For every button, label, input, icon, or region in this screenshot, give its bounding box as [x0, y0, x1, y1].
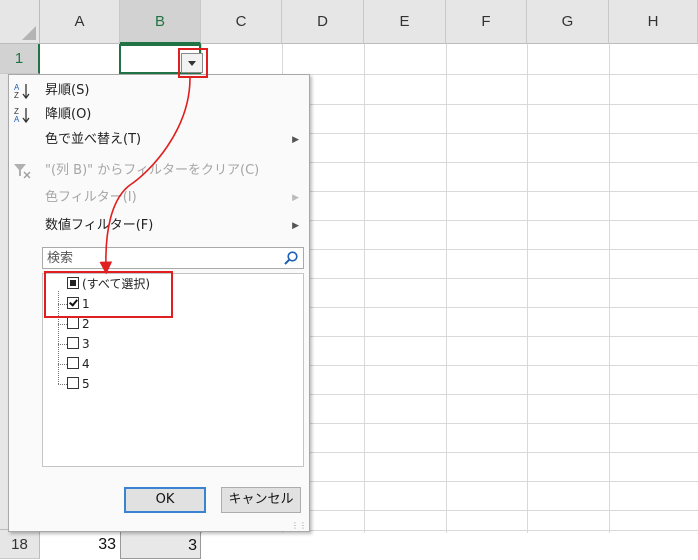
- list-item-label: 2: [82, 317, 90, 331]
- sort-descending-item[interactable]: ZA 降順(O): [9, 103, 309, 127]
- grid-line: [609, 44, 610, 533]
- list-item[interactable]: 3: [67, 334, 90, 354]
- checkbox-unchecked[interactable]: [67, 317, 79, 329]
- search-icon: [283, 250, 299, 266]
- number-filter-label: 数値フィルター(F): [45, 218, 154, 233]
- submenu-arrow-icon: ▶: [292, 135, 299, 145]
- grid-line: [446, 44, 447, 533]
- row-header-1[interactable]: 1: [0, 44, 40, 74]
- select-all-corner[interactable]: [0, 0, 40, 44]
- column-header-b[interactable]: B: [120, 0, 201, 44]
- tree-line: [58, 344, 67, 345]
- ok-button[interactable]: OK: [124, 487, 206, 513]
- resize-grip-icon[interactable]: ⋮⋮: [291, 522, 307, 530]
- sort-ascending-item[interactable]: AZ 昇順(S): [9, 79, 309, 103]
- number-filter-item[interactable]: 数値フィルター(F) ▶: [9, 214, 309, 238]
- column-header-c[interactable]: C: [201, 0, 282, 44]
- tree-line: [58, 364, 67, 365]
- select-all-triangle-icon: [22, 26, 36, 40]
- column-header-h[interactable]: H: [609, 0, 698, 44]
- column-header-f[interactable]: F: [446, 0, 527, 44]
- list-item[interactable]: 5: [67, 374, 90, 394]
- filter-search-input[interactable]: [43, 248, 283, 268]
- checkbox-unchecked[interactable]: [67, 377, 79, 389]
- grid-line: [364, 44, 365, 533]
- color-filter-label: 色フィルター(I): [45, 190, 137, 205]
- annotation-highlight-filter-button: [178, 48, 208, 78]
- sort-by-color-label: 色で並べ替え(T): [45, 132, 142, 147]
- svg-text:A: A: [14, 115, 20, 124]
- sort-by-color-item[interactable]: 色で並べ替え(T) ▶: [9, 128, 309, 152]
- cell-a18[interactable]: 33: [40, 530, 118, 559]
- column-header-e[interactable]: E: [364, 0, 446, 44]
- sort-descending-icon: ZA: [13, 106, 33, 124]
- tree-line: [58, 384, 67, 385]
- annotation-highlight-checklist: [44, 271, 173, 318]
- svg-text:Z: Z: [14, 91, 19, 100]
- column-header-g[interactable]: G: [527, 0, 609, 44]
- list-item-label: 3: [82, 337, 90, 351]
- list-item-label: 5: [82, 377, 90, 391]
- submenu-arrow-icon: ▶: [292, 221, 299, 231]
- column-header-d[interactable]: D: [282, 0, 364, 44]
- checkbox-unchecked[interactable]: [67, 357, 79, 369]
- sort-ascending-label: 昇順(S): [45, 83, 90, 98]
- grid-line: [527, 44, 528, 533]
- column-header-a[interactable]: A: [40, 0, 120, 44]
- submenu-arrow-icon: ▶: [292, 193, 299, 203]
- clear-filter-icon: [13, 162, 33, 180]
- color-filter-item[interactable]: 色フィルター(I) ▶: [9, 186, 309, 210]
- clear-filter-label: "(列 B)" からフィルターをクリア(C): [45, 163, 260, 178]
- list-item-label: 4: [82, 357, 90, 371]
- tree-line: [58, 324, 67, 325]
- sort-descending-label: 降順(O): [45, 107, 92, 122]
- checkbox-unchecked[interactable]: [67, 337, 79, 349]
- cell-b18[interactable]: 3: [120, 530, 201, 559]
- filter-search-box[interactable]: [42, 247, 304, 269]
- row-header-18[interactable]: 18: [0, 530, 40, 559]
- list-item[interactable]: 4: [67, 354, 90, 374]
- cancel-button[interactable]: キャンセル: [221, 487, 301, 513]
- clear-filter-item[interactable]: "(列 B)" からフィルターをクリア(C): [9, 159, 309, 183]
- sort-ascending-icon: AZ: [13, 82, 33, 100]
